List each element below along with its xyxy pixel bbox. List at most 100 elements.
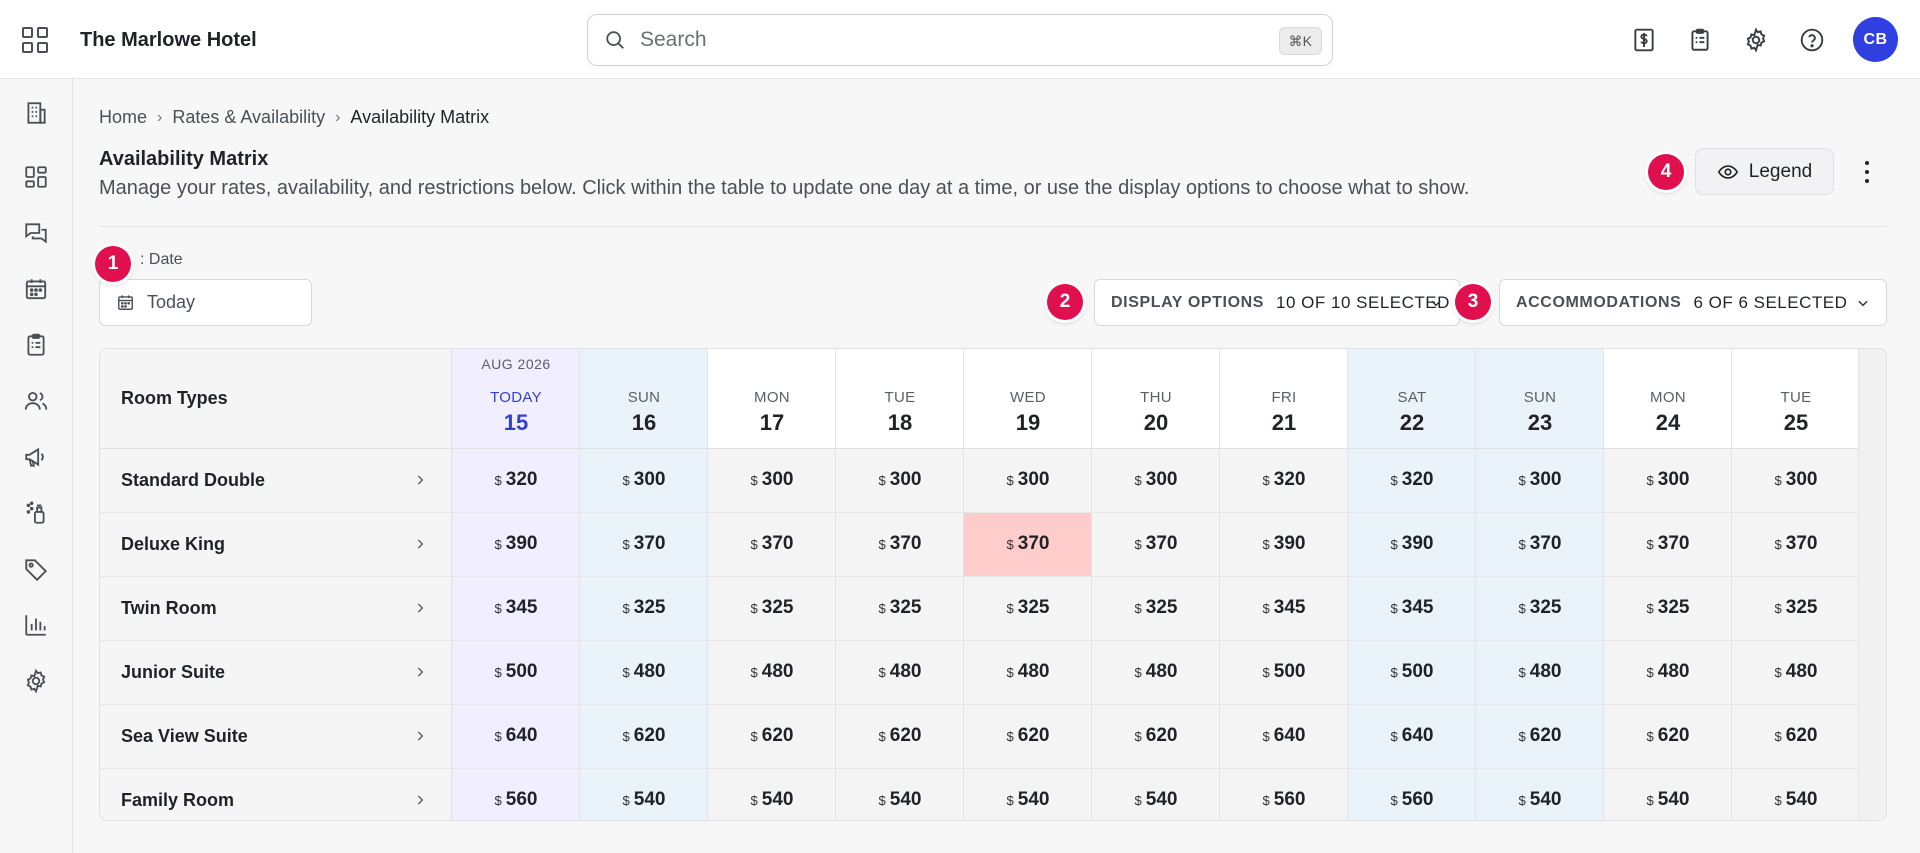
calendar-icon[interactable] [21, 274, 51, 304]
dashboard-icon[interactable] [21, 162, 51, 192]
megaphone-icon[interactable] [21, 442, 51, 472]
rate-cell[interactable]: $300 [1092, 449, 1220, 513]
rate-cell[interactable]: $325 [836, 577, 964, 641]
rate-cell[interactable]: $540 [1604, 769, 1732, 820]
rate-cell[interactable]: $620 [836, 705, 964, 769]
rate-cell[interactable]: $370 [708, 513, 836, 577]
rate-cell[interactable]: $390 [452, 513, 580, 577]
billing-icon[interactable] [1629, 25, 1659, 55]
rate-cell[interactable]: $620 [708, 705, 836, 769]
rate-cell[interactable]: $390 [1220, 513, 1348, 577]
messages-icon[interactable] [21, 218, 51, 248]
room-type-row[interactable]: Standard Double [100, 449, 452, 513]
rate-cell[interactable]: $480 [1604, 641, 1732, 705]
rate-cell[interactable]: $620 [1732, 705, 1860, 769]
rate-cell[interactable]: $620 [964, 705, 1092, 769]
tag-icon[interactable] [21, 554, 51, 584]
rate-cell[interactable]: $620 [1476, 705, 1604, 769]
chevron-right-icon[interactable] [413, 473, 427, 487]
rate-cell[interactable]: $390 [1348, 513, 1476, 577]
rate-cell[interactable]: $320 [1348, 449, 1476, 513]
room-type-row[interactable]: Junior Suite [100, 641, 452, 705]
chevron-right-icon[interactable] [413, 665, 427, 679]
tasks-clipboard-icon[interactable] [21, 330, 51, 360]
room-type-row[interactable]: Family Room [100, 769, 452, 820]
rate-cell[interactable]: $500 [1348, 641, 1476, 705]
search-input[interactable] [640, 28, 1260, 52]
rate-cell[interactable]: $320 [452, 449, 580, 513]
rate-cell[interactable]: $560 [452, 769, 580, 820]
rate-cell[interactable]: $325 [1476, 577, 1604, 641]
chevron-right-icon[interactable] [413, 601, 427, 615]
help-icon[interactable] [1797, 25, 1827, 55]
rate-cell[interactable]: $480 [836, 641, 964, 705]
rate-cell[interactable]: $370 [1476, 513, 1604, 577]
rate-cell[interactable]: $300 [964, 449, 1092, 513]
rate-cell[interactable]: $540 [1732, 769, 1860, 820]
rate-cell[interactable]: $325 [1092, 577, 1220, 641]
rate-cell[interactable]: $345 [1348, 577, 1476, 641]
rate-cell[interactable]: $300 [1476, 449, 1604, 513]
rate-cell[interactable]: $300 [1604, 449, 1732, 513]
more-options-icon[interactable] [1857, 158, 1877, 186]
rate-cell[interactable]: $300 [1732, 449, 1860, 513]
sidebar-settings-icon[interactable] [21, 666, 51, 696]
apps-grid-icon[interactable] [22, 27, 48, 53]
chevron-right-icon[interactable] [413, 729, 427, 743]
rate-cell[interactable]: $325 [1732, 577, 1860, 641]
guests-icon[interactable] [21, 386, 51, 416]
rate-cell[interactable]: $540 [580, 769, 708, 820]
rate-cell[interactable]: $480 [1476, 641, 1604, 705]
rate-cell[interactable]: $620 [1604, 705, 1732, 769]
user-avatar[interactable]: CB [1853, 17, 1898, 62]
rate-cell[interactable]: $300 [836, 449, 964, 513]
chevron-right-icon[interactable] [413, 537, 427, 551]
rate-cell[interactable]: $540 [708, 769, 836, 820]
rate-cell[interactable]: $370 [1092, 513, 1220, 577]
rate-cell[interactable]: $370 [836, 513, 964, 577]
rate-cell[interactable]: $560 [1220, 769, 1348, 820]
rate-cell[interactable]: $370 [1732, 513, 1860, 577]
rate-cell[interactable]: $300 [580, 449, 708, 513]
rate-cell[interactable]: $325 [964, 577, 1092, 641]
accommodations-dropdown[interactable]: ACCOMMODATIONS 6 OF 6 SELECTED [1499, 279, 1887, 326]
rate-cell[interactable]: $640 [1220, 705, 1348, 769]
rate-cell[interactable]: $370 [1604, 513, 1732, 577]
breadcrumb-home[interactable]: Home [99, 107, 147, 128]
cleaning-icon[interactable] [21, 498, 51, 528]
rate-cell[interactable]: $540 [964, 769, 1092, 820]
rate-cell[interactable]: $325 [1604, 577, 1732, 641]
rate-cell[interactable]: $345 [1220, 577, 1348, 641]
search-box[interactable]: ⌘K [587, 14, 1333, 66]
settings-icon[interactable] [1741, 25, 1771, 55]
date-picker[interactable]: Today [99, 279, 312, 326]
rate-cell[interactable]: $500 [1220, 641, 1348, 705]
rate-cell[interactable]: $345 [452, 577, 580, 641]
rate-cell[interactable]: $480 [964, 641, 1092, 705]
chevron-right-icon[interactable] [413, 793, 427, 807]
clipboard-icon[interactable] [1685, 25, 1715, 55]
room-type-row[interactable]: Sea View Suite [100, 705, 452, 769]
chart-icon[interactable] [21, 610, 51, 640]
room-type-row[interactable]: Twin Room [100, 577, 452, 641]
rate-cell[interactable]: $370 [580, 513, 708, 577]
rate-cell[interactable]: $640 [1348, 705, 1476, 769]
rate-cell[interactable]: $500 [452, 641, 580, 705]
building-icon[interactable] [21, 98, 51, 128]
rate-cell[interactable]: $560 [1348, 769, 1476, 820]
rate-cell[interactable]: $320 [1220, 449, 1348, 513]
rate-cell[interactable]: $325 [580, 577, 708, 641]
rate-cell[interactable]: $300 [708, 449, 836, 513]
legend-button[interactable]: Legend [1695, 148, 1834, 195]
rate-cell[interactable]: $325 [708, 577, 836, 641]
rate-cell[interactable]: $620 [580, 705, 708, 769]
display-options-dropdown[interactable]: DISPLAY OPTIONS 10 OF 10 SELECTED [1094, 279, 1460, 326]
room-type-row[interactable]: Deluxe King [100, 513, 452, 577]
breadcrumb-rates[interactable]: Rates & Availability [172, 107, 325, 128]
rate-cell[interactable]: $540 [1092, 769, 1220, 820]
rate-cell[interactable]: $540 [836, 769, 964, 820]
rate-cell[interactable]: $370 [964, 513, 1092, 577]
rate-cell[interactable]: $620 [1092, 705, 1220, 769]
rate-cell[interactable]: $640 [452, 705, 580, 769]
rate-cell[interactable]: $480 [1732, 641, 1860, 705]
